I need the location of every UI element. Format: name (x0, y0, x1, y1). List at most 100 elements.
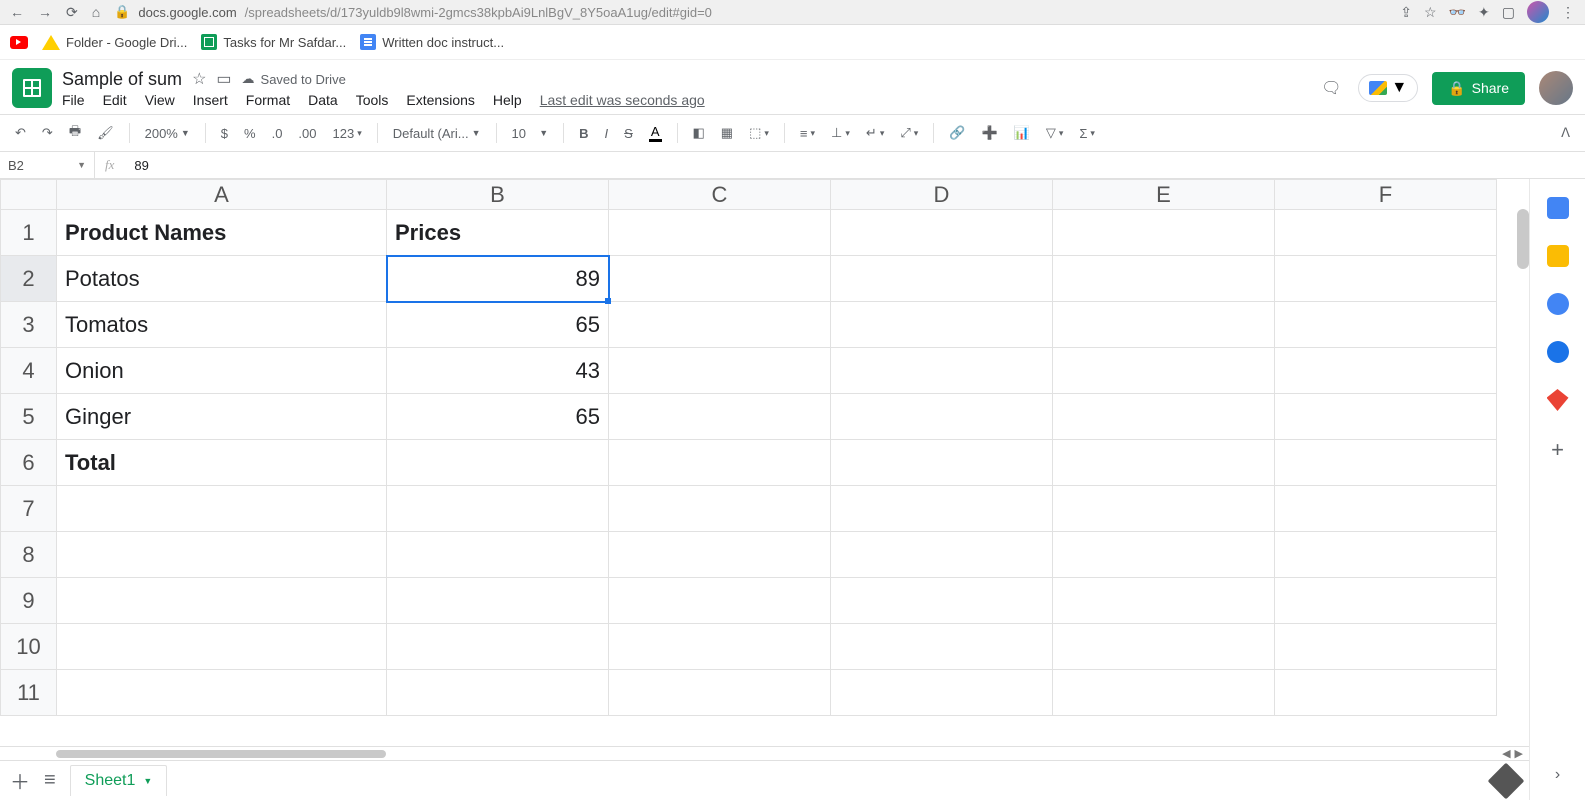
horizontal-scrollbar[interactable]: ◀▶ (0, 746, 1529, 760)
add-sheet-button[interactable]: ＋ (10, 766, 30, 795)
menu-file[interactable]: File (62, 92, 85, 108)
decrease-decimal-button[interactable]: .0 (267, 123, 288, 144)
row-header-11[interactable]: 11 (1, 670, 57, 716)
currency-button[interactable]: $ (216, 123, 233, 144)
cell-B9[interactable] (387, 578, 609, 624)
cell-B6[interactable] (387, 440, 609, 486)
cell-C1[interactable] (609, 210, 831, 256)
row-header-7[interactable]: 7 (1, 486, 57, 532)
contacts-icon[interactable] (1547, 341, 1569, 363)
print-button[interactable]: 🖶 (64, 119, 86, 147)
cell-C6[interactable] (609, 440, 831, 486)
cell-B1[interactable]: Prices (387, 210, 609, 256)
filter-button[interactable]: ▽ ▾ (1041, 122, 1069, 144)
bookmark-folder-drive[interactable]: Folder - Google Dri... (42, 35, 187, 50)
cell-B10[interactable] (387, 624, 609, 670)
reader-icon[interactable]: 👓 (1449, 4, 1466, 21)
share-button[interactable]: 🔒Share (1432, 72, 1525, 105)
profile-avatar[interactable] (1527, 1, 1549, 23)
bookmark-youtube[interactable] (10, 36, 28, 49)
cell-D3[interactable] (831, 302, 1053, 348)
hide-panel-button[interactable]: › (1555, 766, 1560, 784)
name-box[interactable]: B2▼ (0, 152, 95, 178)
formula-input[interactable]: 89 (124, 158, 148, 173)
cell-C5[interactable] (609, 394, 831, 440)
cell-E4[interactable] (1053, 348, 1275, 394)
font-select[interactable]: Default (Ari... ▼ (388, 123, 486, 144)
star-icon[interactable]: ☆ (1424, 4, 1437, 21)
scroll-right-icon[interactable]: ▶ (1515, 747, 1523, 760)
cell-A4[interactable]: Onion (57, 348, 387, 394)
comment-button[interactable]: ➕ (976, 122, 1002, 144)
v-align-button[interactable]: ⊥ ▾ (826, 122, 855, 144)
cell-F2[interactable] (1275, 256, 1497, 302)
kebab-icon[interactable]: ⋮ (1561, 4, 1575, 21)
sheet-tab-1[interactable]: Sheet1▼ (70, 765, 168, 796)
cell-F5[interactable] (1275, 394, 1497, 440)
bookmark-written-doc[interactable]: Written doc instruct... (360, 34, 504, 50)
wrap-button[interactable]: ↵ ▾ (861, 122, 889, 144)
column-header-F[interactable]: F (1275, 180, 1497, 210)
cell-F8[interactable] (1275, 532, 1497, 578)
row-header-2[interactable]: 2 (1, 256, 57, 302)
cell-A5[interactable]: Ginger (57, 394, 387, 440)
cell-B4[interactable]: 43 (387, 348, 609, 394)
cell-D4[interactable] (831, 348, 1053, 394)
cell-E10[interactable] (1053, 624, 1275, 670)
cell-D10[interactable] (831, 624, 1053, 670)
saved-to-drive[interactable]: ☁ Saved to Drive (242, 71, 346, 87)
vertical-scrollbar[interactable] (1517, 209, 1529, 269)
calendar-icon[interactable] (1547, 197, 1569, 219)
row-header-3[interactable]: 3 (1, 302, 57, 348)
maps-icon[interactable] (1547, 389, 1569, 411)
link-button[interactable]: 🔗 (944, 122, 970, 144)
cell-A1[interactable]: Product Names (57, 210, 387, 256)
comments-icon[interactable]: 🗨 (1318, 75, 1344, 101)
cell-B3[interactable]: 65 (387, 302, 609, 348)
h-align-button[interactable]: ≡ ▾ (795, 123, 820, 144)
row-header-1[interactable]: 1 (1, 210, 57, 256)
add-addon-button[interactable]: + (1551, 437, 1564, 463)
row-header-4[interactable]: 4 (1, 348, 57, 394)
cell-E9[interactable] (1053, 578, 1275, 624)
bookmark-tasks[interactable]: Tasks for Mr Safdar... (201, 34, 346, 50)
cell-B8[interactable] (387, 532, 609, 578)
cell-E8[interactable] (1053, 532, 1275, 578)
cell-D1[interactable] (831, 210, 1053, 256)
cell-D5[interactable] (831, 394, 1053, 440)
cell-D6[interactable] (831, 440, 1053, 486)
last-edit-link[interactable]: Last edit was seconds ago (540, 92, 705, 108)
cell-C10[interactable] (609, 624, 831, 670)
cell-C2[interactable] (609, 256, 831, 302)
cell-F4[interactable] (1275, 348, 1497, 394)
rotate-button[interactable]: ⤢ ▾ (895, 122, 923, 144)
move-icon[interactable]: ▭ (216, 69, 231, 89)
scroll-left-icon[interactable]: ◀ (1502, 747, 1510, 760)
menu-help[interactable]: Help (493, 92, 522, 108)
menu-view[interactable]: View (145, 92, 175, 108)
column-header-D[interactable]: D (831, 180, 1053, 210)
row-header-9[interactable]: 9 (1, 578, 57, 624)
menu-data[interactable]: Data (308, 92, 338, 108)
cell-D11[interactable] (831, 670, 1053, 716)
cell-B5[interactable]: 65 (387, 394, 609, 440)
all-sheets-button[interactable]: ≡ (44, 769, 56, 792)
cell-E3[interactable] (1053, 302, 1275, 348)
cell-D7[interactable] (831, 486, 1053, 532)
font-size-select[interactable]: 10 ▼ (507, 123, 554, 144)
cell-E7[interactable] (1053, 486, 1275, 532)
strikethrough-button[interactable]: S (619, 123, 638, 144)
reload-icon[interactable]: ⟳ (66, 4, 78, 21)
undo-button[interactable]: ↶ (10, 122, 31, 144)
cell-E6[interactable] (1053, 440, 1275, 486)
cell-E1[interactable] (1053, 210, 1275, 256)
percent-button[interactable]: % (239, 123, 261, 144)
cell-E5[interactable] (1053, 394, 1275, 440)
cell-A2[interactable]: Potatos (57, 256, 387, 302)
tabs-icon[interactable]: ▢ (1502, 4, 1515, 21)
cell-A6[interactable]: Total (57, 440, 387, 486)
cell-B11[interactable] (387, 670, 609, 716)
tasks-icon[interactable] (1547, 293, 1569, 315)
account-avatar[interactable] (1539, 71, 1573, 105)
explore-button[interactable] (1488, 762, 1525, 799)
